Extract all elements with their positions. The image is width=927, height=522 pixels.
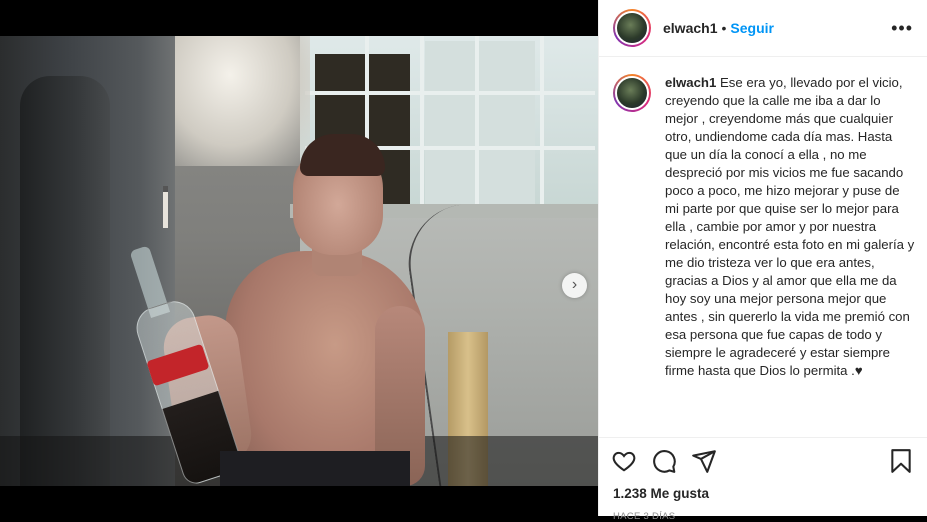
- post-media[interactable]: ›: [0, 0, 598, 516]
- caption: elwach1 Ese era yo, llevado por el vicio…: [613, 74, 918, 380]
- heart-icon[interactable]: [611, 448, 637, 474]
- caption-username[interactable]: elwach1: [665, 75, 716, 90]
- separator-dot: •: [721, 20, 727, 36]
- avatar[interactable]: [613, 9, 651, 47]
- more-options-icon[interactable]: •••: [891, 18, 913, 39]
- post-photo: [0, 36, 598, 486]
- share-icon[interactable]: [691, 448, 717, 474]
- cigarette: [163, 186, 168, 228]
- likes-count[interactable]: 1.238 Me gusta: [599, 486, 927, 501]
- follow-button[interactable]: Seguir: [730, 20, 774, 36]
- post-date[interactable]: HACE 3 DÍAS: [599, 511, 927, 522]
- username-link[interactable]: elwach1: [663, 20, 717, 36]
- comment-icon[interactable]: [651, 448, 677, 474]
- caption-avatar[interactable]: [613, 74, 651, 112]
- post-header: elwach1 • Seguir •••: [599, 0, 927, 57]
- caption-body: Ese era yo, llevado por el vicio, creyen…: [665, 75, 915, 378]
- caption-text: elwach1 Ese era yo, llevado por el vicio…: [665, 74, 915, 380]
- carousel-next-button[interactable]: ›: [562, 273, 587, 298]
- post-actions: 1.238 Me gusta HACE 3 DÍAS: [599, 437, 927, 522]
- post-sidebar: elwach1 • Seguir ••• elwach1 Ese era yo,…: [598, 0, 927, 522]
- bookmark-icon[interactable]: [888, 448, 914, 474]
